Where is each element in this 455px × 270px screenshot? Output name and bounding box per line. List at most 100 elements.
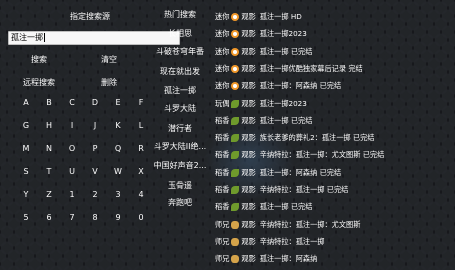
key-3[interactable]: 3 — [110, 188, 126, 202]
result-row[interactable]: 师兄 观影 孤注一掷：阿森纳 — [215, 253, 317, 265]
result-title: 孤注一掷2023 — [259, 29, 307, 39]
key-8[interactable]: 8 — [87, 211, 103, 225]
result-row[interactable]: 玩偶 观影 孤注一掷2023 — [215, 98, 307, 110]
delete-button[interactable]: 删除 — [84, 77, 134, 88]
result-row[interactable]: 迷你 观影 孤注一掷2023 — [215, 28, 307, 40]
key-t[interactable]: T — [41, 165, 57, 179]
result-title: 辛纳特拉：孤注一掷 — [259, 236, 325, 246]
result-row[interactable]: 迷你 观影 孤注一掷 已完结 — [215, 46, 312, 58]
key-s[interactable]: S — [18, 165, 34, 179]
result-row[interactable]: 迷你 观影 孤注一掷优酷独家幕后记录 完结 — [215, 63, 363, 75]
leaf-icon — [231, 99, 240, 108]
result-title: 孤注一掷：阿森纳 — [259, 254, 318, 264]
result-source: 稻香 — [215, 133, 230, 143]
result-row[interactable]: 稻香 观影 族长老爹的葬礼2：孤注一掷 已完结 — [215, 132, 374, 144]
leaf-icon — [231, 203, 240, 212]
hot-search-item[interactable]: 玉骨遥 — [148, 180, 212, 191]
result-row[interactable]: 迷你 观影 孤注一掷：阿森纳 已完结 — [215, 80, 341, 92]
key-9[interactable]: 9 — [110, 211, 126, 225]
result-row[interactable]: 师兄 观影 辛纳特拉：孤注一掷：尤文图斯 — [215, 219, 360, 231]
result-type: 观影 — [241, 167, 256, 177]
remote-search-button[interactable]: 远程搜索 — [14, 77, 64, 88]
result-source: 玩偶 — [215, 98, 230, 108]
result-type: 观影 — [241, 254, 256, 264]
key-b[interactable]: B — [41, 96, 57, 110]
hot-search-item[interactable]: 孤注一掷 — [148, 85, 212, 96]
result-row[interactable]: 稻香 观影 孤注一掷 已完结 — [215, 201, 312, 213]
result-type: 观影 — [241, 98, 256, 108]
key-k[interactable]: K — [110, 119, 126, 133]
result-title: 辛纳特拉：孤注一掷：尤文图斯 已完结 — [259, 150, 385, 160]
key-e[interactable]: E — [110, 96, 126, 110]
key-q[interactable]: Q — [110, 142, 126, 156]
result-row[interactable]: 稻香 观影 孤注一掷 已完结 — [215, 115, 312, 127]
key-h[interactable]: H — [41, 119, 57, 133]
key-x[interactable]: X — [133, 165, 149, 179]
result-title: 孤注一掷 已完结 — [259, 202, 313, 212]
key-m[interactable]: M — [18, 142, 34, 156]
result-source: 稻香 — [215, 150, 230, 160]
key-r[interactable]: R — [133, 142, 149, 156]
key-c[interactable]: C — [64, 96, 80, 110]
text-cursor — [44, 33, 45, 42]
clear-button[interactable]: 清空 — [84, 54, 134, 65]
hot-search-item[interactable]: 长相思 — [148, 28, 212, 39]
key-4[interactable]: 4 — [133, 188, 149, 202]
result-source: 迷你 — [215, 29, 230, 39]
hot-search-item[interactable]: 潜行者 — [148, 123, 212, 134]
result-type: 观影 — [241, 63, 256, 73]
key-5[interactable]: 5 — [18, 211, 34, 225]
leaf-icon — [231, 151, 240, 160]
result-title: 孤注一掷：阿森纳 已完结 — [259, 167, 342, 177]
key-7[interactable]: 7 — [64, 211, 80, 225]
key-1[interactable]: 1 — [64, 188, 80, 202]
key-l[interactable]: L — [133, 119, 149, 133]
leaf-icon — [231, 116, 240, 125]
hot-search-item[interactable]: 中国好声音2... — [148, 160, 212, 171]
cat-icon — [231, 255, 240, 264]
key-f[interactable]: F — [133, 96, 149, 110]
key-y[interactable]: Y — [18, 188, 34, 202]
hot-search-item[interactable]: 斗破苍穹年番 — [148, 46, 212, 57]
hot-search-item[interactable]: 斗罗大陆 — [148, 103, 212, 114]
key-j[interactable]: J — [87, 119, 103, 133]
result-row[interactable]: 稻香 观影 辛纳特拉：孤注一掷 已完结 — [215, 184, 348, 196]
result-row[interactable]: 迷你 观影 孤注一掷 HD — [215, 11, 302, 23]
key-i[interactable]: I — [64, 119, 80, 133]
key-p[interactable]: P — [87, 142, 103, 156]
key-0[interactable]: 0 — [133, 211, 149, 225]
result-source: 稻香 — [215, 185, 230, 194]
result-type: 观影 — [241, 81, 256, 91]
result-type: 观影 — [241, 133, 256, 143]
result-type: 观影 — [241, 202, 256, 212]
hot-search-header[interactable]: 热门搜索 — [148, 9, 212, 20]
search-button[interactable]: 搜索 — [14, 54, 64, 65]
result-row[interactable]: 稻香 观影 孤注一掷：阿森纳 已完结 — [215, 167, 341, 179]
hot-search-item[interactable]: 斗罗大陆II绝... — [148, 141, 212, 152]
key-g[interactable]: G — [18, 119, 34, 133]
result-type: 观影 — [241, 185, 256, 194]
key-a[interactable]: A — [18, 96, 34, 110]
key-w[interactable]: W — [110, 165, 126, 179]
result-title: 孤注一掷 已完结 — [259, 115, 313, 125]
result-source: 稻香 — [215, 167, 230, 177]
result-source: 稻香 — [215, 202, 230, 212]
orange-film-icon — [231, 13, 240, 21]
key-2[interactable]: 2 — [87, 188, 103, 202]
key-6[interactable]: 6 — [41, 211, 57, 225]
orange-film-icon — [231, 64, 240, 73]
key-u[interactable]: U — [64, 165, 80, 179]
hot-search-item[interactable]: 奔跑吧 — [148, 197, 212, 208]
hot-search-item[interactable]: 现在就出发 — [148, 66, 212, 77]
result-type: 观影 — [241, 115, 256, 125]
key-o[interactable]: O — [64, 142, 80, 156]
leaf-icon — [231, 186, 240, 194]
result-row[interactable]: 稻香 观影 辛纳特拉：孤注一掷：尤文图斯 已完结 — [215, 149, 384, 161]
result-title: 孤注一掷优酷独家幕后记录 完结 — [259, 63, 363, 73]
result-type: 观影 — [241, 29, 256, 39]
key-d[interactable]: D — [87, 96, 103, 110]
result-row[interactable]: 师兄 观影 辛纳特拉：孤注一掷 — [215, 236, 324, 248]
key-z[interactable]: Z — [41, 188, 57, 202]
key-v[interactable]: V — [87, 165, 103, 179]
key-n[interactable]: N — [41, 142, 57, 156]
